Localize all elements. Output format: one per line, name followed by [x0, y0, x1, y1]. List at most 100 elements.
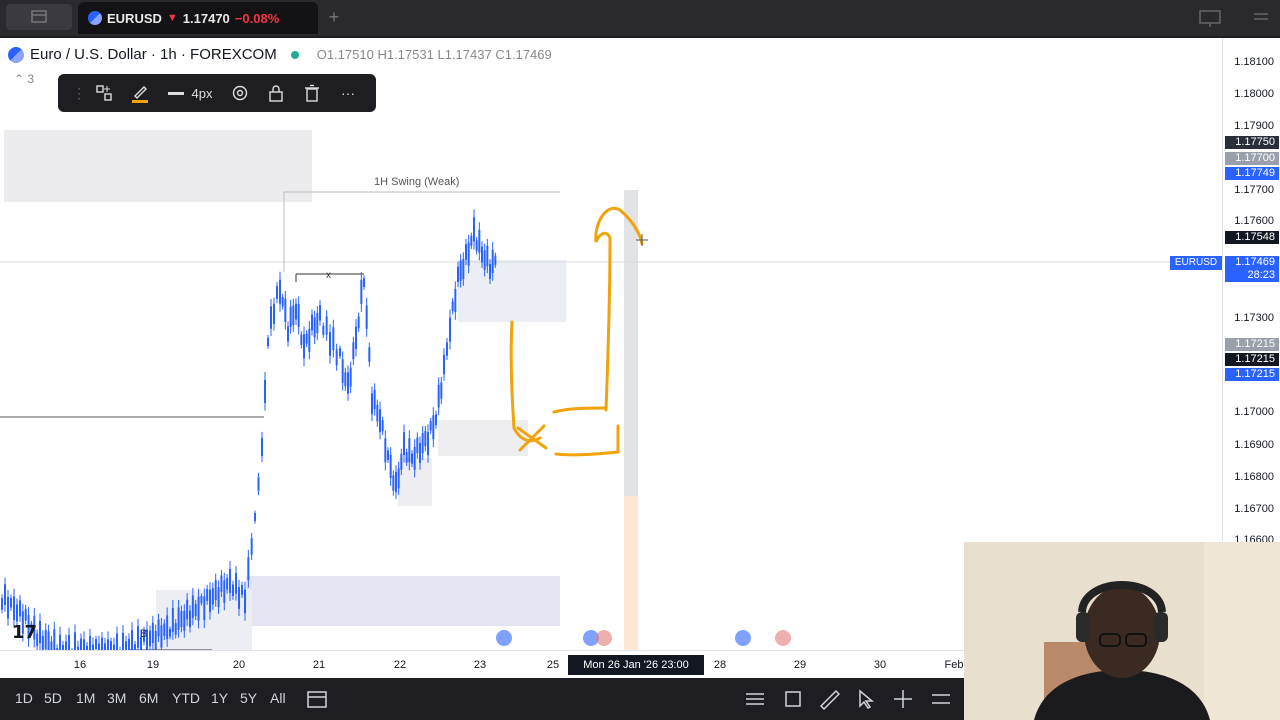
candle-body — [197, 596, 200, 621]
candle-body — [74, 632, 76, 650]
lock-icon — [269, 85, 283, 102]
tradingview-logo[interactable]: 17 — [12, 622, 42, 643]
event-marker-icon[interactable] — [496, 630, 512, 646]
candle-body — [313, 317, 316, 338]
candle-body — [16, 604, 18, 622]
candle-body — [395, 471, 397, 493]
us-flag-marker-icon[interactable] — [596, 630, 612, 646]
countdown-label: 28:23 — [1225, 269, 1279, 282]
crosshair-icon[interactable] — [892, 688, 914, 710]
candle-body — [166, 615, 169, 640]
delete-button[interactable] — [294, 78, 330, 108]
freehand-bottom[interactable] — [554, 424, 620, 457]
candle-body — [217, 587, 220, 608]
lock-button[interactable] — [258, 78, 294, 108]
line-width-button[interactable]: 4px — [158, 86, 222, 101]
range-1y[interactable]: 1Y — [211, 690, 228, 706]
line-width-label: 4px — [191, 85, 213, 101]
candle-body — [335, 349, 338, 366]
candle-body — [241, 585, 243, 595]
range-6m[interactable]: 6M — [139, 690, 158, 706]
candle-body — [470, 235, 473, 246]
last-price-label: 1.17469 — [1225, 256, 1279, 269]
menu-icon[interactable] — [1252, 10, 1270, 26]
candle-body — [44, 629, 47, 650]
layout-menu-button[interactable] — [6, 4, 72, 30]
candle-body — [59, 634, 61, 650]
indicators-toggle[interactable]: ⌃ 3 — [14, 72, 34, 86]
price-tick: 1.16800 — [1234, 471, 1274, 483]
range-ytd[interactable]: YTD — [172, 690, 200, 706]
candle-body — [279, 279, 281, 304]
line-color-button[interactable] — [122, 78, 158, 108]
candle-body — [95, 639, 97, 649]
candle-body — [449, 317, 451, 342]
range-all[interactable]: All — [270, 690, 286, 706]
candle-body — [281, 297, 284, 307]
candle-body — [341, 359, 344, 383]
range-5d[interactable]: 5D — [44, 690, 62, 706]
list-icon[interactable] — [744, 688, 766, 710]
candle-body — [305, 333, 308, 344]
ohlc-close: C1.17469 — [495, 47, 552, 62]
cursor-icon[interactable] — [854, 688, 876, 710]
candle-body — [387, 450, 389, 460]
tab-bar: EURUSD ▼ 1.17470 −0.08% + — [0, 0, 1280, 36]
down-arrow-icon: ▼ — [166, 12, 178, 24]
candle-body — [419, 443, 421, 464]
drag-handle[interactable]: ⋮ — [72, 78, 86, 108]
collapse-chevron-icon: ⌃ — [14, 72, 25, 86]
candle-body — [160, 625, 163, 648]
screen-layout-icon[interactable] — [1198, 8, 1222, 28]
candle-body — [131, 630, 133, 650]
candle-body — [373, 389, 376, 410]
settings-button[interactable] — [222, 78, 258, 108]
candle-body — [300, 334, 303, 345]
ruler-icon[interactable] — [818, 688, 840, 710]
candle-body — [325, 316, 328, 335]
chart-title[interactable]: Euro / U.S. Dollar · 1h · FOREXCOM — [30, 46, 277, 63]
supply-zone[interactable] — [4, 130, 312, 202]
time-tick: 22 — [393, 659, 407, 671]
date-range-icon[interactable] — [306, 688, 328, 710]
range-1m[interactable]: 1M — [76, 690, 95, 706]
range-1d[interactable]: 1D — [15, 690, 33, 706]
market-open-dot — [290, 50, 299, 59]
add-tab-button[interactable]: + — [324, 6, 344, 28]
price-label-blue: 1.17749 — [1225, 167, 1279, 180]
candle-body — [297, 304, 300, 327]
candle-body — [53, 629, 56, 650]
time-tick: 16 — [73, 659, 87, 671]
time-tick: 19 — [146, 659, 160, 671]
candle-body — [408, 438, 411, 463]
event-marker-icon[interactable] — [735, 630, 751, 646]
b-marker-label: B — [140, 628, 148, 640]
candle-body — [186, 599, 189, 620]
us-flag-marker-icon[interactable] — [775, 630, 791, 646]
candle-body — [303, 334, 305, 359]
candle-body — [316, 312, 319, 334]
zone-rect-1[interactable] — [458, 260, 566, 322]
settings-sliders-icon[interactable] — [930, 688, 952, 710]
price-tick: 1.17600 — [1234, 215, 1274, 227]
candle-body — [257, 477, 260, 491]
price-tick: 1.16700 — [1234, 503, 1274, 515]
range-5y[interactable]: 5Y — [240, 690, 257, 706]
candle-body — [454, 289, 457, 313]
swing-label[interactable]: 1H Swing (Weak) — [374, 176, 459, 188]
highlight-column-2 — [624, 496, 638, 650]
template-button[interactable] — [86, 78, 122, 108]
crop-icon[interactable] — [782, 688, 804, 710]
candle-body — [371, 393, 373, 415]
demand-zone[interactable] — [246, 576, 560, 626]
chart-legend: Euro / U.S. Dollar · 1h · FOREXCOM O1.17… — [8, 46, 552, 63]
tab-eurusd[interactable]: EURUSD ▼ 1.17470 −0.08% — [78, 2, 318, 34]
candle-body — [403, 432, 405, 456]
candle-body — [83, 639, 85, 650]
freehand-line-mid[interactable] — [552, 406, 606, 414]
more-button[interactable]: ··· — [330, 78, 366, 108]
candle-body — [154, 631, 157, 650]
presenter-image — [964, 542, 1280, 720]
tab-price: 1.17470 — [182, 10, 230, 26]
range-3m[interactable]: 3M — [107, 690, 126, 706]
